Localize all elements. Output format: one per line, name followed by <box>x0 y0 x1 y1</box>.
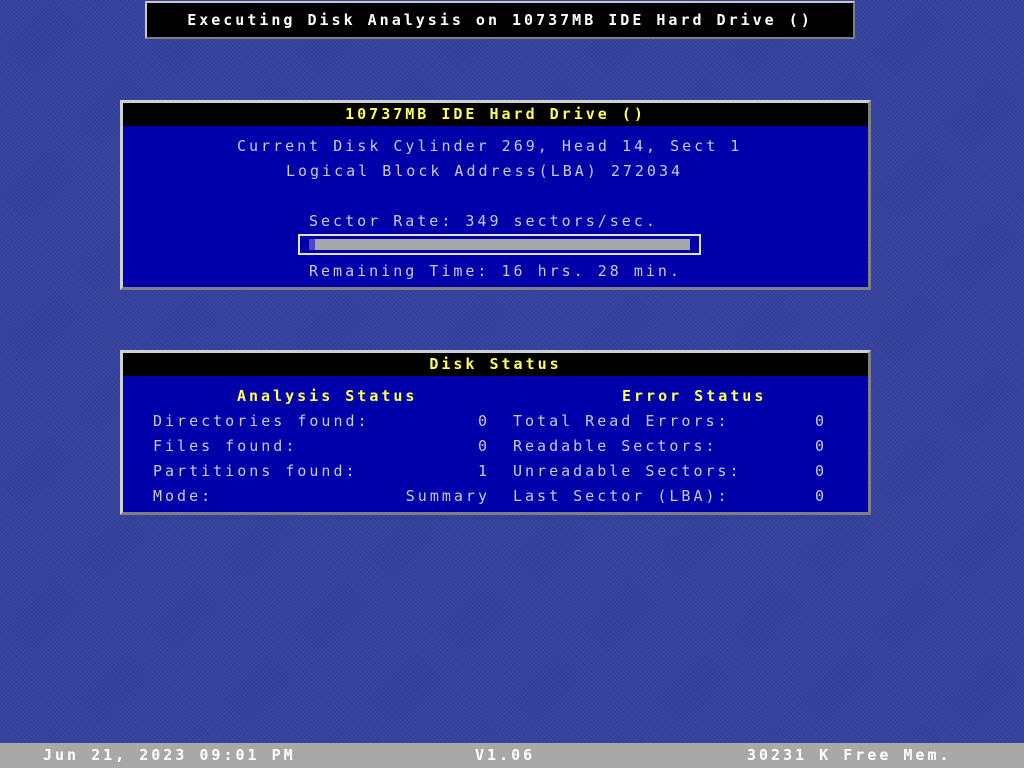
disk-status-header: Disk Status <box>123 353 868 376</box>
status-bar: Jun 21, 2023 09:01 PM V1.06 30231 K Free… <box>0 743 1024 768</box>
analysis-row-label: Directories found: <box>153 412 370 430</box>
error-row-label: Readable Sectors: <box>513 437 718 455</box>
error-row-label: Last Sector (LBA): <box>513 487 730 505</box>
error-row-label: Total Read Errors: <box>513 412 730 430</box>
progress-fill <box>309 239 315 250</box>
title-bar: Executing Disk Analysis on 10737MB IDE H… <box>145 1 855 39</box>
error-row-value: 0 <box>814 412 827 430</box>
analysis-row-value: Summary <box>405 487 490 505</box>
drive-panel: 10737MB IDE Hard Drive () Current Disk C… <box>120 100 871 290</box>
analysis-row-value: 1 <box>477 462 490 480</box>
free-memory-readout: 30231 K Free Mem. <box>747 746 952 764</box>
datetime-readout: Jun 21, 2023 09:01 PM <box>43 746 296 764</box>
error-status-heading: Error Status <box>622 387 767 405</box>
analysis-row-label: Files found: <box>153 437 298 455</box>
drive-panel-header: 10737MB IDE Hard Drive () <box>123 103 868 126</box>
analysis-row-value: 0 <box>477 412 490 430</box>
progress-track <box>309 239 690 250</box>
analysis-status-heading: Analysis Status <box>237 387 418 405</box>
title-text: Executing Disk Analysis on 10737MB IDE H… <box>187 11 813 29</box>
analysis-row-label: Partitions found: <box>153 462 358 480</box>
disk-status-panel: Disk Status Analysis Status Error Status… <box>120 350 871 515</box>
version-label: V1.06 <box>475 746 536 764</box>
analysis-row-label: Mode: <box>153 487 214 505</box>
error-row-value: 0 <box>814 487 827 505</box>
error-row-label: Unreadable Sectors: <box>513 462 742 480</box>
cylinder-readout: Current Disk Cylinder 269, Head 14, Sect… <box>237 137 743 155</box>
remaining-time-readout: Remaining Time: 16 hrs. 28 min. <box>309 262 682 280</box>
error-row-value: 0 <box>814 437 827 455</box>
error-row-value: 0 <box>814 462 827 480</box>
sector-rate-readout: Sector Rate: 349 sectors/sec. <box>309 212 658 230</box>
analysis-row-value: 0 <box>477 437 490 455</box>
analysis-progress-bar <box>298 234 701 255</box>
lba-readout: Logical Block Address(LBA) 272034 <box>286 162 684 180</box>
